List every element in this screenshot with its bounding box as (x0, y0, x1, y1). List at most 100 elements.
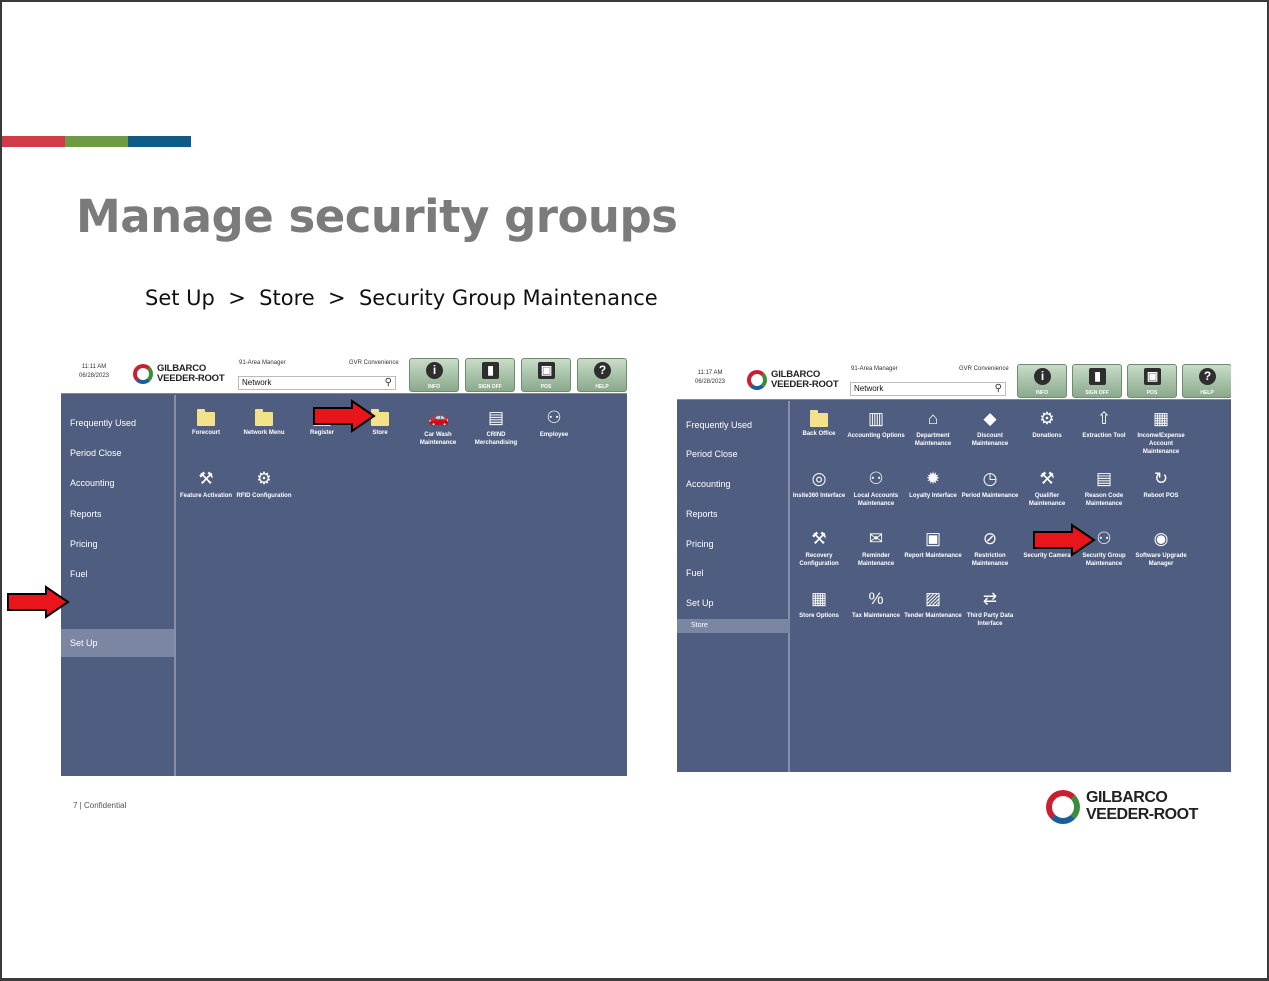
info-button[interactable]: i INFO (409, 358, 459, 392)
right-screenshot: 11:17 AM 06/28/2023 GILBARCO VEEDER-ROOT 9… (677, 362, 1231, 772)
footer-text: 7 | Confidential (73, 801, 127, 810)
tile-reminder-maintenance[interactable]: ✉ Reminder Maintenance (847, 529, 905, 568)
help-button[interactable]: ? HELP (577, 358, 627, 392)
sign-off-button[interactable]: ▮ SIGN OFF (1072, 364, 1122, 398)
tile-label: Accounting Options (847, 433, 905, 439)
search-icon[interactable]: ⚲ (995, 383, 1002, 395)
sidebar-item-set-up[interactable]: Set Up (61, 629, 174, 657)
tile-feature-activation[interactable]: ⚒ Feature Activation (177, 469, 235, 500)
sidebar-item-frequently-used[interactable]: Frequently Used (677, 411, 790, 439)
search-icon[interactable]: ⚲ (385, 377, 392, 389)
disc-icon: ◉ (1153, 529, 1169, 548)
tile-label: Store Options (799, 613, 839, 619)
gvr-logo-icon (133, 364, 153, 384)
tile-back-office[interactable]: Back Office (790, 409, 848, 438)
search-input[interactable]: Network ⚲ (238, 376, 396, 390)
tile-label: Feature Activation (179, 493, 233, 499)
info-button[interactable]: i INFO (1017, 364, 1067, 398)
slide-title: Manage security groups (76, 190, 678, 243)
sidebar-item-period-close[interactable]: Period Close (61, 439, 174, 467)
arrow-to-store (313, 399, 376, 433)
monitor-icon: ▣ (538, 362, 555, 379)
sidebar-subitem-store[interactable]: Store (677, 619, 790, 633)
lock-icon: ▮ (1089, 368, 1106, 385)
people-icon: ⚇ (1096, 529, 1112, 548)
tile-label: Loyalty Interface (909, 493, 957, 499)
tile-third-party-data-interface[interactable]: ⇄ Third Party Data Interface (961, 589, 1019, 628)
tile-reboot-pos[interactable]: ↻ Reboot POS (1132, 469, 1190, 500)
arrow-to-set-up (7, 585, 70, 619)
sidebar-item-fuel[interactable]: Fuel (677, 559, 790, 587)
search-input[interactable]: Network ⚲ (850, 382, 1006, 396)
tile-network-menu[interactable]: Network Menu (235, 408, 293, 437)
tile-label: Reboot POS (1143, 493, 1179, 499)
pos-button[interactable]: ▣ POS (521, 358, 571, 392)
sidebar-item-frequently-used[interactable]: Frequently Used (61, 409, 174, 437)
tile-extraction-tool[interactable]: ⇧ Extraction Tool (1075, 409, 1133, 440)
sidebar: Frequently Used Period Close Accounting … (677, 401, 790, 772)
tile-label: Network Menu (243, 430, 285, 436)
money-icon: ▨ (924, 589, 942, 608)
tile-software-upgrade-manager[interactable]: ◉ Software Upgrade Manager (1132, 529, 1190, 568)
tile-recovery-configuration[interactable]: ⚒ Recovery Configuration (790, 529, 848, 568)
tile-local-accounts-maintenance[interactable]: ⚇ Local Accounts Maintenance (847, 469, 905, 508)
badge-icon: ✹ (925, 469, 941, 488)
tile-department-maintenance[interactable]: ⌂ Department Maintenance (904, 409, 962, 448)
tile-period-maintenance[interactable]: ◷ Period Maintenance (961, 469, 1019, 500)
tile-report-maintenance[interactable]: ▣ Report Maintenance (904, 529, 962, 560)
tile-car-wash-maintenance[interactable]: 🚗 Car Wash Maintenance (409, 408, 467, 447)
folder-icon (197, 409, 215, 426)
tile-label: Reminder Maintenance (857, 553, 895, 567)
gvr-logo-icon (747, 370, 767, 390)
sidebar-item-reports[interactable]: Reports (677, 500, 790, 528)
tile-tender-maintenance[interactable]: ▨ Tender Maintenance (904, 589, 962, 620)
tile-employee[interactable]: ⚇ Employee (525, 408, 583, 439)
tile-label: Income/Expense Account Maintenance (1137, 433, 1185, 455)
sidebar: Frequently Used Period Close Accounting … (61, 395, 176, 776)
tile-qualifier-maintenance[interactable]: ⚒ Qualifier Maintenance (1018, 469, 1076, 508)
sidebar-item-accounting[interactable]: Accounting (677, 470, 790, 498)
tile-restriction-maintenance[interactable]: ⊘ Restriction Maintenance (961, 529, 1019, 568)
percent-icon: % (868, 589, 884, 608)
sidebar-item-period-close[interactable]: Period Close (677, 440, 790, 468)
sidebar-item-pricing[interactable]: Pricing (61, 530, 174, 558)
top-bar: 11:17 AM 06/28/2023 GILBARCO VEEDER-ROOT 9… (677, 362, 1231, 400)
pos-button[interactable]: ▣ POS (1127, 364, 1177, 398)
exchange-icon: ⇄ (982, 589, 998, 608)
tile-forecourt[interactable]: Forecourt (177, 408, 235, 437)
tile-label: Restriction Maintenance (971, 553, 1009, 567)
sign-off-button[interactable]: ▮ SIGN OFF (465, 358, 515, 392)
sidebar-item-pricing[interactable]: Pricing (677, 530, 790, 558)
manager-label: 91-Area Manager (851, 366, 898, 372)
tile-accounting-options[interactable]: ▥ Accounting Options (847, 409, 905, 440)
manager-label: 91-Area Manager (239, 360, 286, 366)
sidebar-item-set-up[interactable]: Set Up (677, 589, 790, 617)
help-button[interactable]: ? HELP (1182, 364, 1231, 398)
tile-store-options[interactable]: ▦ Store Options (790, 589, 848, 620)
tile-label: Tender Maintenance (904, 613, 962, 619)
tile-insite360-interface[interactable]: ◎ Insite360 Interface (790, 469, 848, 500)
store-icon: ▦ (810, 589, 828, 608)
tile-reason-code-maintenance[interactable]: ▤ Reason Code Maintenance (1075, 469, 1133, 508)
tile-tax-maintenance[interactable]: % Tax Maintenance (847, 589, 905, 620)
sidebar-item-fuel[interactable]: Fuel (61, 560, 174, 588)
tile-label: Department Maintenance (914, 433, 952, 447)
help-icon: ? (594, 362, 611, 379)
tile-loyalty-interface[interactable]: ✹ Loyalty Interface (904, 469, 962, 500)
info-icon: i (426, 362, 443, 379)
sidebar-item-accounting[interactable]: Accounting (61, 469, 174, 497)
tag-icon: ◆ (983, 409, 997, 428)
reminder-icon: ✉ (868, 529, 884, 548)
arrow-to-security-group (1033, 523, 1096, 557)
tile-discount-maintenance[interactable]: ◆ Discount Maintenance (961, 409, 1019, 448)
tile-label: Extraction Tool (1082, 433, 1126, 439)
tile-donations[interactable]: ⚙ Donations (1018, 409, 1076, 440)
tile-crind-merchandising[interactable]: ▤ CRIND Merchandising (467, 408, 525, 447)
wrench-icon: ⚒ (811, 529, 827, 548)
tile-income-expense-account-maintenance[interactable]: ▦ Income/Expense Account Maintenance (1132, 409, 1190, 456)
sidebar-item-reports[interactable]: Reports (61, 500, 174, 528)
monitor-icon: ▣ (1144, 368, 1161, 385)
tile-rfid-configuration[interactable]: ⚙ RFID Configuration (235, 469, 293, 500)
stripe-red (2, 136, 65, 147)
tile-label: Qualifier Maintenance (1028, 493, 1066, 507)
